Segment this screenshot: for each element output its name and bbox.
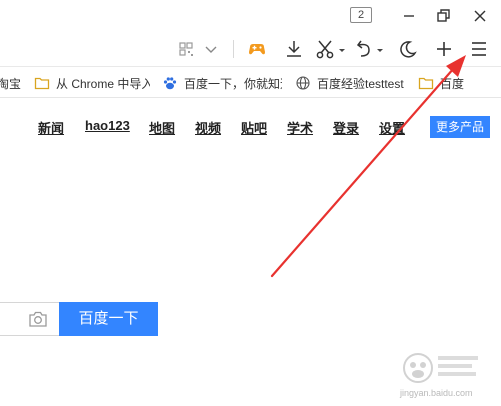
more-products-button[interactable]: 更多产品	[430, 116, 490, 138]
download-icon[interactable]	[283, 38, 305, 60]
paw-icon	[163, 77, 177, 90]
minimize-icon[interactable]	[399, 6, 419, 26]
nav-link-tieba[interactable]: 贴吧	[241, 118, 267, 137]
restore-icon[interactable]	[433, 6, 453, 26]
title-bar: 2	[0, 0, 501, 32]
toolbar-separator	[233, 40, 234, 58]
chevron-down-icon[interactable]	[200, 38, 222, 60]
bookmark-label: 百度	[440, 76, 465, 91]
bookmark-item[interactable]: 淘宝	[0, 74, 21, 92]
nav-link-video[interactable]: 视频	[195, 118, 221, 137]
folder-icon	[418, 77, 434, 90]
nav-link-login[interactable]: 登录	[333, 118, 359, 137]
tab-count-badge[interactable]: 2	[350, 7, 372, 23]
close-icon[interactable]	[470, 6, 490, 26]
bookmark-item[interactable]: 百度经验testtest	[295, 74, 411, 92]
nav-link-map[interactable]: 地图	[149, 118, 175, 137]
moon-icon[interactable]	[397, 38, 419, 60]
search-button[interactable]: 百度一下	[59, 302, 158, 336]
scissors-icon[interactable]	[314, 38, 336, 60]
bookmark-label: 从 Chrome 中导入	[56, 76, 150, 91]
nav-link-xueshu[interactable]: 学术	[287, 118, 313, 137]
browser-window: 2 淘宝 从 Chrome 中导入 百度一下，你就知道 百度经验testtest…	[0, 0, 501, 406]
bookmark-folder[interactable]: 从 Chrome 中导入	[34, 74, 150, 92]
globe-icon	[296, 76, 310, 90]
bookmark-label: 淘宝	[0, 76, 21, 91]
nav-link-news[interactable]: 新闻	[38, 118, 64, 137]
nav-link-settings[interactable]: 设置	[379, 118, 405, 137]
qr-code-icon[interactable]	[175, 38, 197, 60]
nav-link-hao123[interactable]: hao123	[85, 118, 130, 133]
menu-icon[interactable]	[468, 38, 490, 60]
watermark-text: jingyan.baidu.com	[400, 388, 473, 398]
bookmark-label: 百度一下，你就知道	[184, 76, 282, 91]
folder-icon	[34, 77, 50, 90]
bookmark-item[interactable]: 百度一下，你就知道	[162, 74, 282, 92]
bookmark-folder[interactable]: 百度	[418, 74, 466, 92]
toolbar	[0, 32, 501, 66]
gamepad-icon[interactable]	[246, 38, 268, 60]
bookmarks-bar: 淘宝 从 Chrome 中导入 百度一下，你就知道 百度经验testtest 百…	[0, 66, 501, 98]
caret-down-icon[interactable]	[373, 38, 387, 60]
bookmark-label: 百度经验testtest	[317, 76, 404, 91]
caret-down-icon[interactable]	[335, 38, 349, 60]
camera-icon[interactable]	[27, 309, 49, 329]
plus-icon[interactable]	[433, 38, 455, 60]
undo-icon[interactable]	[352, 38, 374, 60]
